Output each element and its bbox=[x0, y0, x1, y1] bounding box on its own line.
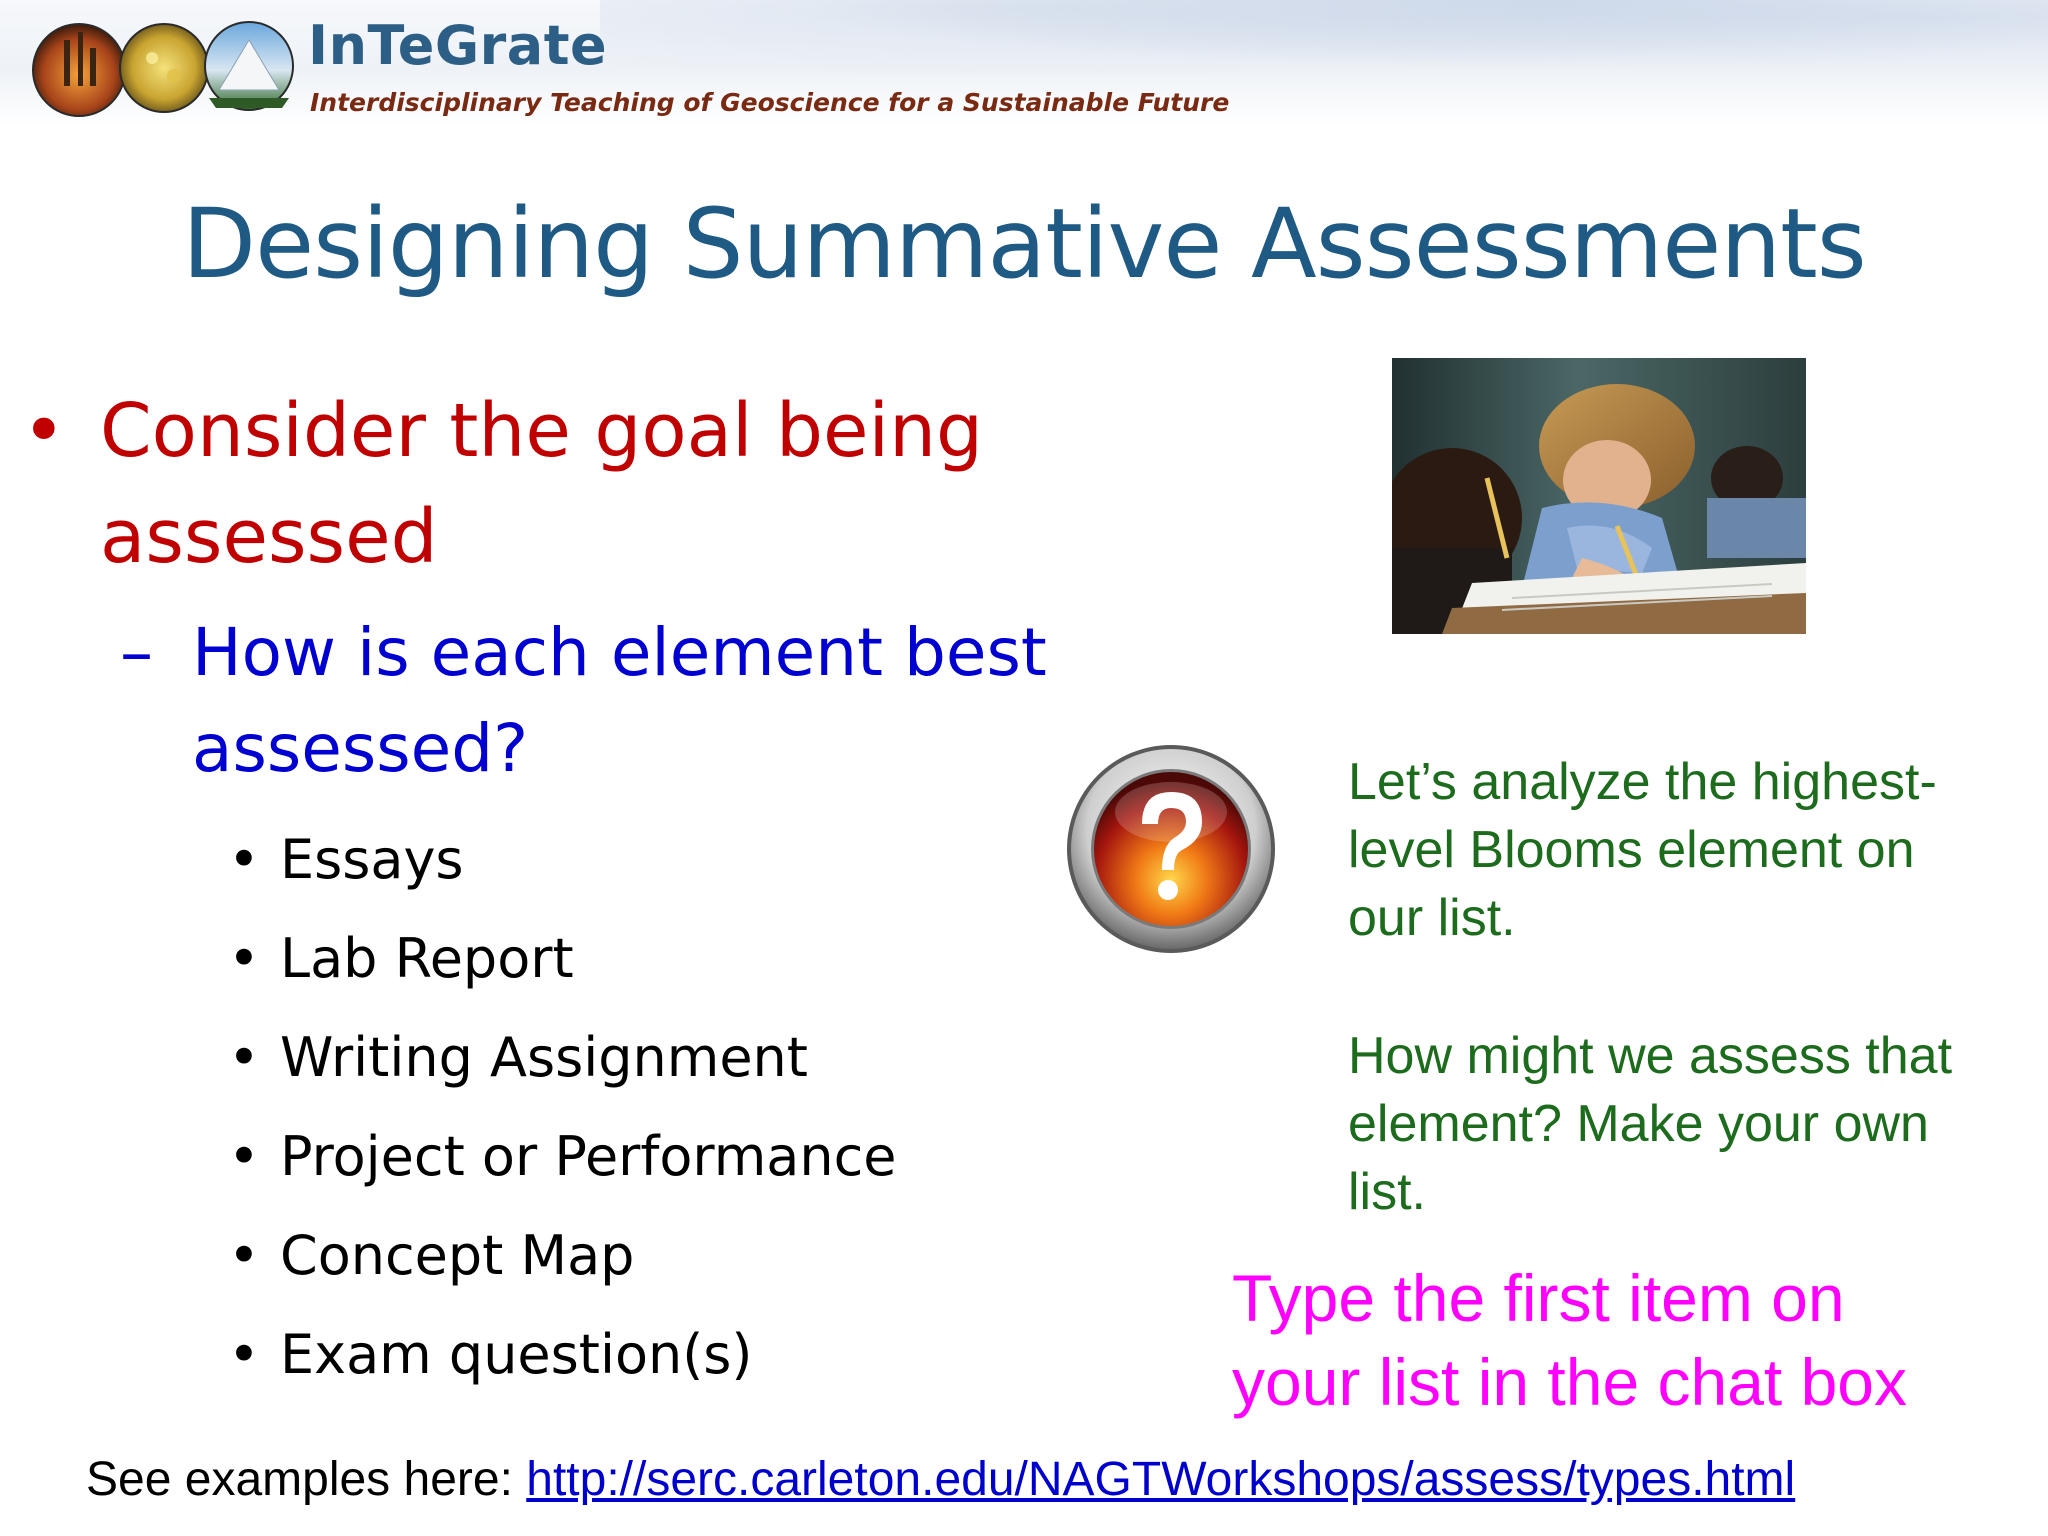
footer: See examples here: http://serc.carleton.… bbox=[86, 1452, 1795, 1507]
list-item: • Essays bbox=[220, 810, 1040, 909]
list-item: • Exam question(s) bbox=[220, 1305, 1040, 1404]
list-item: • Lab Report bbox=[220, 909, 1040, 1008]
bullet-glyph: • bbox=[228, 1026, 260, 1089]
bullet-level2-text: How is each element best assessed? bbox=[192, 614, 1047, 787]
bullet-glyph: • bbox=[22, 388, 66, 474]
dash-glyph: – bbox=[120, 614, 153, 691]
list-item: • Concept Map bbox=[220, 1206, 1040, 1305]
question-mark-icon bbox=[1067, 745, 1275, 953]
list-item: • Writing Assignment bbox=[220, 1008, 1040, 1107]
footer-prefix: See examples here: bbox=[86, 1453, 527, 1506]
prompt-assess: How might we assess that element? Make y… bbox=[1348, 1027, 1953, 1221]
bullet-level1-text: Consider the goal being assessed bbox=[100, 388, 983, 580]
bullet-glyph: • bbox=[228, 828, 260, 891]
bullet-glyph: • bbox=[228, 1323, 260, 1386]
bullet-level2: – How is each element best assessed? bbox=[120, 605, 1080, 797]
header-banner: InTeGrate Interdisciplinary Teaching of … bbox=[0, 0, 2048, 125]
students-writing-photo bbox=[1392, 358, 1806, 634]
chat-instruction-line1: Type the first item on bbox=[1232, 1261, 1845, 1335]
brand-subtitle: Interdisciplinary Teaching of Geoscience… bbox=[310, 88, 1230, 117]
photo-illustration bbox=[1392, 358, 1806, 634]
slide: InTeGrate Interdisciplinary Teaching of … bbox=[0, 0, 2048, 1536]
list-item-text: Concept Map bbox=[280, 1224, 635, 1287]
prompt-analyze: Let’s analyze the highest-level Blooms e… bbox=[1348, 753, 1937, 947]
chat-instruction: Type the first item on your list in the … bbox=[1232, 1256, 2032, 1424]
list-item-text: Essays bbox=[280, 828, 464, 891]
bullet-glyph: • bbox=[228, 1125, 260, 1188]
list-item: • Project or Performance bbox=[220, 1107, 1040, 1206]
prompt-spacer bbox=[1348, 952, 1968, 1022]
slide-title: Designing Summative Assessments bbox=[182, 188, 1867, 300]
bullet-level1: • Consider the goal being assessed bbox=[22, 378, 1022, 590]
chat-instruction-line2: your list in the chat box bbox=[1232, 1345, 1908, 1419]
bullet-glyph: • bbox=[228, 927, 260, 990]
integrate-logo-circles-icon bbox=[32, 21, 294, 117]
list-item-text: Exam question(s) bbox=[280, 1323, 753, 1386]
examples-link[interactable]: http://serc.carleton.edu/NAGTWorkshops/a… bbox=[526, 1453, 1795, 1506]
list-item-text: Project or Performance bbox=[280, 1125, 897, 1188]
banner-background bbox=[600, 0, 2048, 90]
list-item-text: Lab Report bbox=[280, 927, 574, 990]
assessment-types-list: • Essays • Lab Report • Writing Assignment … bbox=[220, 810, 1040, 1404]
list-item-text: Writing Assignment bbox=[280, 1026, 808, 1089]
brand-title: InTeGrate bbox=[308, 14, 608, 77]
discussion-prompt: Let’s analyze the highest-level Blooms e… bbox=[1348, 748, 1968, 1226]
bullet-glyph: • bbox=[228, 1224, 260, 1287]
